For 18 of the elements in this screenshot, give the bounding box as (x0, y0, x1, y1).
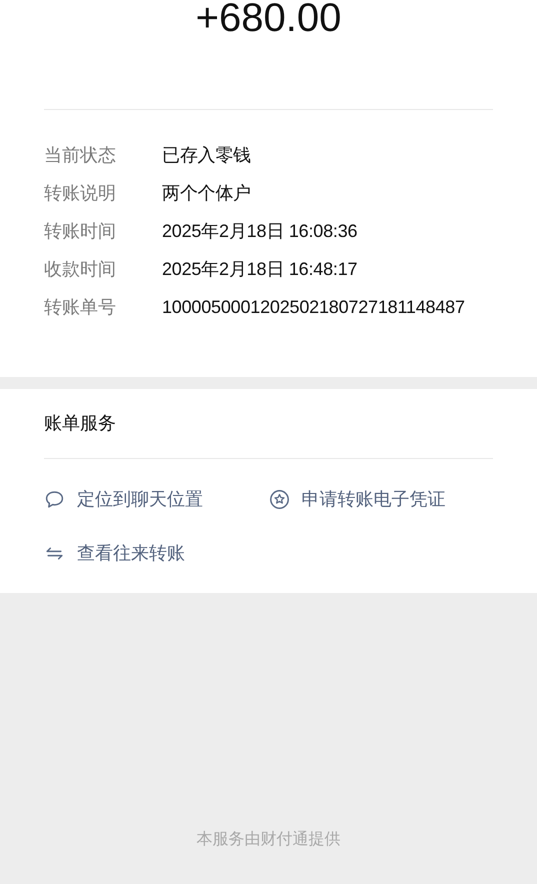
detail-label: 转账说明 (44, 182, 117, 204)
service-link[interactable]: 查看往来转账 (77, 540, 185, 566)
footer-text: 本服务由财付通提供 (196, 830, 340, 850)
chat-bubble-icon (44, 488, 65, 510)
detail-value: 1000050001202502180727181148487 (162, 296, 465, 318)
amount-text: +680.00 (196, 0, 342, 38)
service-link[interactable]: 申请转账电子凭证 (302, 486, 446, 512)
detail-label: 当前状态 (44, 144, 117, 166)
detail-value: 2025年2月18日 16:08:36 (162, 220, 358, 242)
star-badge-icon (268, 488, 290, 510)
detail-value: 两个个体户 (162, 182, 252, 204)
section-title: 账单服务 (44, 412, 116, 435)
service-link[interactable]: 定位到聊天位置 (77, 486, 203, 512)
detail-label: 转账单号 (44, 296, 117, 318)
detail-value: 已存入零钱 (162, 144, 252, 166)
detail-label: 收款时间 (44, 258, 117, 280)
detail-label: 转账时间 (44, 220, 117, 242)
detail-value: 2025年2月18日 16:48:17 (162, 258, 358, 280)
